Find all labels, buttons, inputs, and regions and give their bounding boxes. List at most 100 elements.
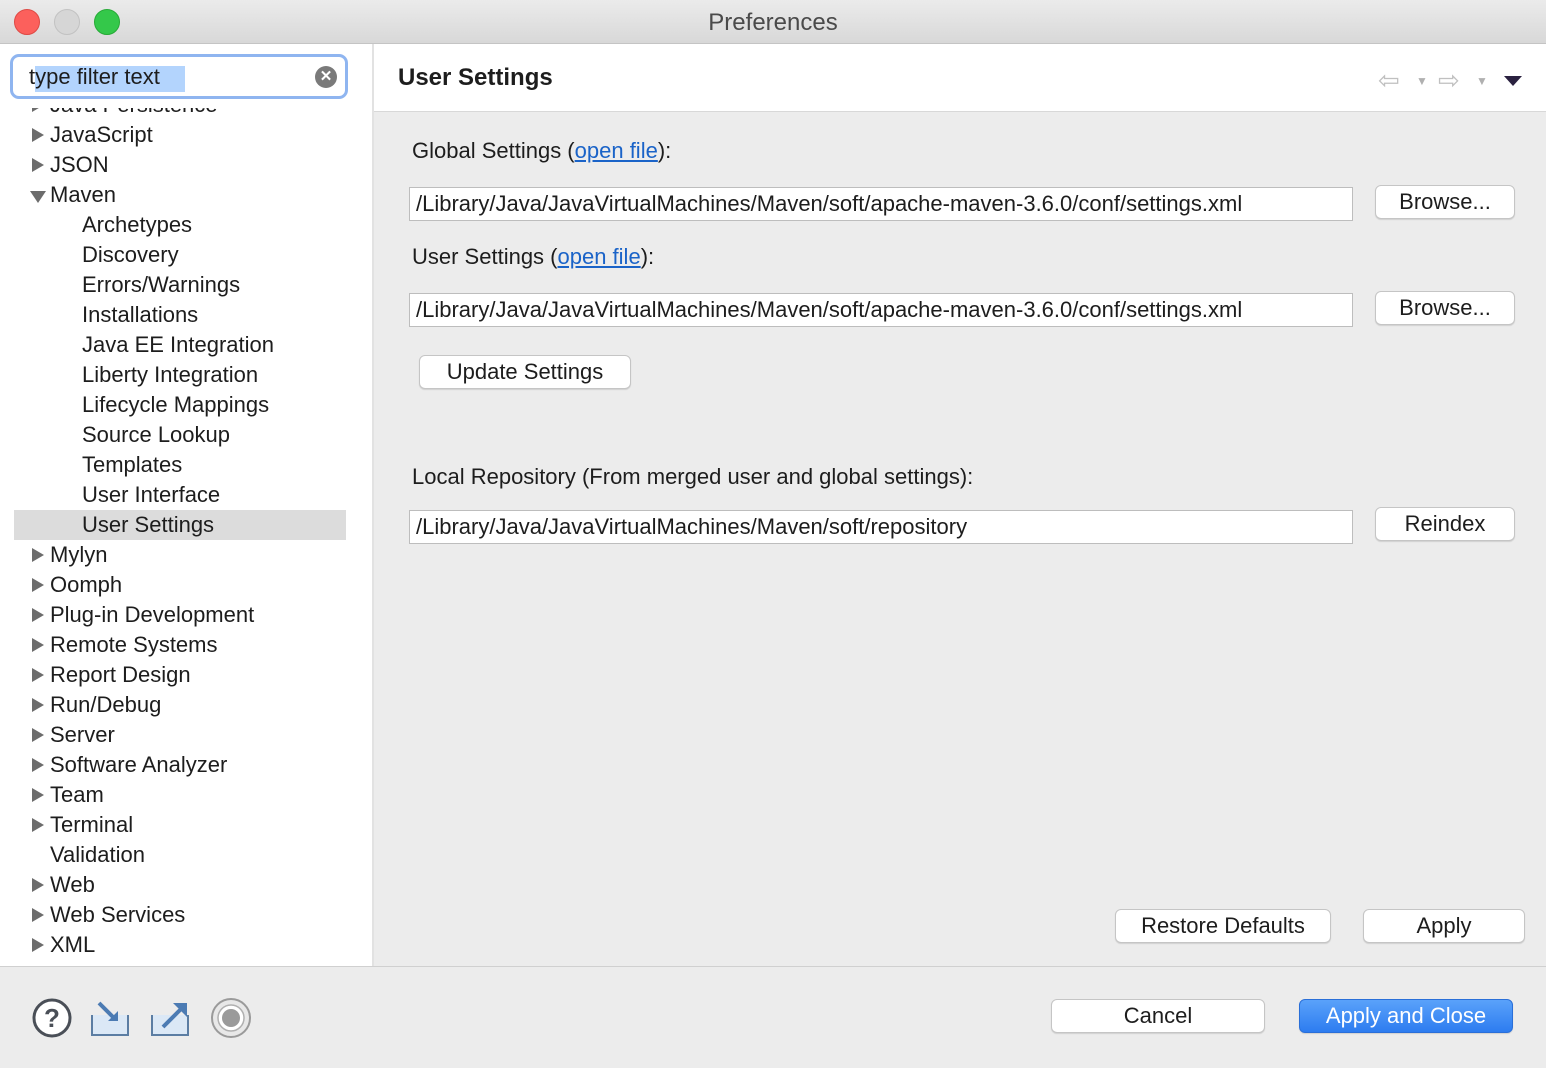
cancel-button[interactable]: Cancel [1051,999,1265,1033]
view-menu-icon[interactable] [1504,76,1522,86]
collapsed-arrow-icon[interactable] [32,660,46,690]
tree-item[interactable]: Team [14,780,346,810]
tree-item[interactable]: JavaScript [14,120,346,150]
collapsed-arrow-icon[interactable] [32,780,46,810]
tree-item-label: Errors/Warnings [82,272,241,297]
user-settings-path-field[interactable]: /Library/Java/JavaVirtualMachines/Maven/… [409,293,1353,327]
user-browse-button[interactable]: Browse... [1375,291,1515,325]
global-browse-button[interactable]: Browse... [1375,185,1515,219]
tree-item[interactable]: Discovery [14,240,346,270]
tree-item[interactable]: Installations [14,300,346,330]
tree-item[interactable]: Lifecycle Mappings [14,390,346,420]
back-arrow-icon[interactable]: ⇦ [1378,67,1400,93]
restore-defaults-button[interactable]: Restore Defaults [1115,909,1331,943]
tree-item[interactable]: User Settings [14,510,346,540]
tree-item[interactable]: Mylyn [14,540,346,570]
local-repository-path-field: /Library/Java/JavaVirtualMachines/Maven/… [409,510,1353,544]
local-repository-label: Local Repository (From merged user and g… [412,464,974,489]
tree-item-label: Software Analyzer [50,752,228,777]
reindex-button[interactable]: Reindex [1375,507,1515,541]
tree-item-label: Team [50,782,104,807]
collapsed-arrow-icon[interactable] [32,600,46,630]
collapsed-arrow-icon[interactable] [32,930,46,960]
collapsed-arrow-icon[interactable] [32,810,46,840]
tree-item-label: Java EE Integration [82,332,275,357]
tree-item-label: Report Design [50,662,191,687]
tree-item-label: JSON [50,152,109,177]
preference-tree[interactable]: Java Persistence JavaScript JSON Maven Arche… [0,108,372,968]
apply-and-close-button[interactable]: Apply and Close [1299,999,1513,1033]
tree-item[interactable]: User Interface [14,480,346,510]
tree-item-label: Oomph [50,572,123,597]
update-settings-button[interactable]: Update Settings [419,355,631,389]
clear-filter-icon[interactable]: ✕ [315,66,337,88]
tree-item[interactable]: Java Persistence [14,108,346,120]
tree-item[interactable]: Maven [14,180,346,210]
page-header: User Settings ⇦ ▼ ⇨ ▼ [374,44,1546,112]
forward-history-dropdown-icon[interactable]: ▼ [1476,74,1488,88]
collapsed-arrow-icon[interactable] [32,108,46,120]
tree-item[interactable]: Run/Debug [14,690,346,720]
tree-item-label: Terminal [50,812,134,837]
tree-item[interactable]: Software Analyzer [14,750,346,780]
forward-arrow-icon[interactable]: ⇨ [1438,67,1460,93]
tree-item[interactable]: Web [14,870,346,900]
import-icon[interactable] [89,997,131,1039]
tree-item[interactable]: Remote Systems [14,630,346,660]
tree-item-label: Java Persistence [50,108,218,120]
collapsed-arrow-icon[interactable] [32,900,46,930]
tree-item-label: User Interface [82,482,221,507]
tree-item-label: Discovery [82,242,179,267]
expanded-arrow-icon[interactable] [30,180,46,210]
tree-item[interactable]: Terminal [14,810,346,840]
tree-item-label: Installations [82,302,199,327]
tree-item[interactable]: Web Services [14,900,346,930]
tree-item[interactable]: Templates [14,450,346,480]
tree-item[interactable]: JSON [14,150,346,180]
tree-item[interactable]: Report Design [14,660,346,690]
collapsed-arrow-icon[interactable] [32,690,46,720]
global-open-file-link[interactable]: open file [575,138,658,163]
collapsed-arrow-icon[interactable] [32,540,46,570]
filter-input[interactable] [29,63,299,91]
tree-item-label: Liberty Integration [82,362,259,387]
tree-item-label: User Settings [82,512,215,537]
tree-item[interactable]: Liberty Integration [14,360,346,390]
window-title: Preferences [708,9,838,36]
tree-item[interactable]: Validation [14,840,346,870]
export-icon[interactable] [149,997,191,1039]
help-icon[interactable]: ? [31,997,73,1039]
preferences-sidebar: ✕ Java Persistence JavaScript JSON Maven Arc… [0,44,372,966]
record-icon[interactable] [210,997,252,1039]
collapsed-arrow-icon[interactable] [32,750,46,780]
collapsed-arrow-icon[interactable] [32,120,46,150]
global-settings-label: Global Settings (open file): [412,138,672,163]
tree-item-label: Archetypes [82,212,193,237]
filter-field[interactable]: ✕ [10,54,348,99]
tree-item[interactable]: Errors/Warnings [14,270,346,300]
tree-item[interactable]: Java EE Integration [14,330,346,360]
user-open-file-link[interactable]: open file [558,244,641,269]
tree-item-label: Server [50,722,115,747]
back-history-dropdown-icon[interactable]: ▼ [1416,74,1428,88]
tree-item[interactable]: Archetypes [14,210,346,240]
tree-item[interactable]: Server [14,720,346,750]
tree-item[interactable]: Oomph [14,570,346,600]
tree-item-label: Mylyn [50,542,108,567]
collapsed-arrow-icon[interactable] [32,150,46,180]
collapsed-arrow-icon[interactable] [32,720,46,750]
tree-item-label: Run/Debug [50,692,162,717]
collapsed-arrow-icon[interactable] [32,570,46,600]
page-title: User Settings [398,64,553,91]
global-settings-path-field[interactable]: /Library/Java/JavaVirtualMachines/Maven/… [409,187,1353,221]
tree-item-label: Templates [82,452,183,477]
tree-item-label: JavaScript [50,122,153,147]
apply-button[interactable]: Apply [1363,909,1525,943]
collapsed-arrow-icon[interactable] [32,870,46,900]
tree-item[interactable]: XML [14,930,346,960]
collapsed-arrow-icon[interactable] [32,630,46,660]
user-settings-label: User Settings (open file): [412,244,655,269]
dialog-footer: ? Cancel Apply and Close [0,966,1546,1068]
tree-item[interactable]: Source Lookup [14,420,346,450]
tree-item[interactable]: Plug-in Development [14,600,346,630]
